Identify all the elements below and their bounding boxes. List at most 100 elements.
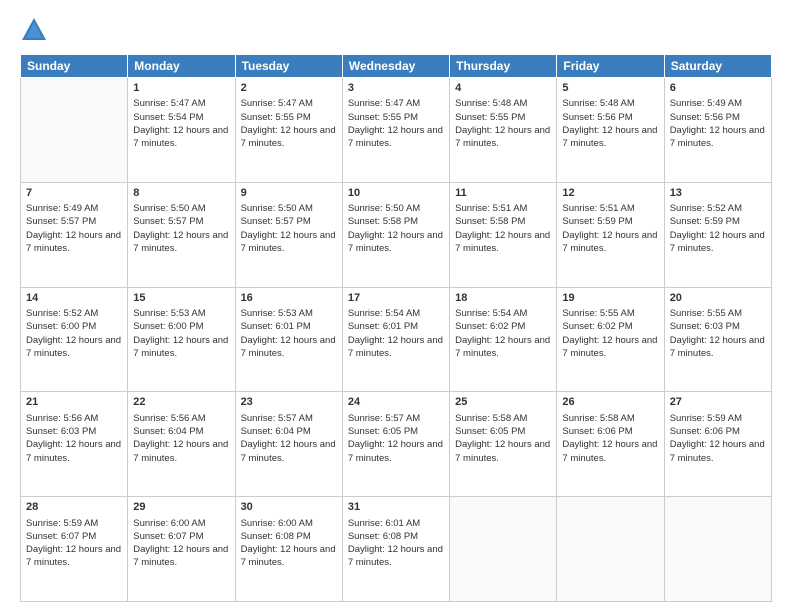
calendar-cell: 13Sunrise: 5:52 AMSunset: 5:59 PMDayligh…	[664, 182, 771, 287]
sunset: Sunset: 6:03 PM	[670, 321, 740, 332]
daylight: Daylight: 12 hours and 7 minutes.	[241, 230, 336, 254]
sunset: Sunset: 5:58 PM	[455, 216, 525, 227]
day-number: 28	[26, 500, 122, 515]
calendar-cell	[450, 497, 557, 602]
sunrise: Sunrise: 5:51 AM	[455, 203, 527, 214]
day-number: 5	[562, 81, 658, 96]
day-number: 17	[348, 291, 444, 306]
calendar-cell: 14Sunrise: 5:52 AMSunset: 6:00 PMDayligh…	[21, 287, 128, 392]
calendar-cell: 18Sunrise: 5:54 AMSunset: 6:02 PMDayligh…	[450, 287, 557, 392]
day-number: 29	[133, 500, 229, 515]
calendar-cell	[21, 78, 128, 183]
calendar-cell: 15Sunrise: 5:53 AMSunset: 6:00 PMDayligh…	[128, 287, 235, 392]
daylight: Daylight: 12 hours and 7 minutes.	[348, 125, 443, 149]
sunset: Sunset: 5:57 PM	[133, 216, 203, 227]
day-number: 25	[455, 395, 551, 410]
logo-icon	[20, 16, 48, 44]
day-number: 20	[670, 291, 766, 306]
daylight: Daylight: 12 hours and 7 minutes.	[670, 335, 765, 359]
sunrise: Sunrise: 5:50 AM	[133, 203, 205, 214]
sunset: Sunset: 6:05 PM	[348, 426, 418, 437]
sunrise: Sunrise: 5:49 AM	[670, 98, 742, 109]
sunrise: Sunrise: 5:56 AM	[133, 413, 205, 424]
day-number: 14	[26, 291, 122, 306]
daylight: Daylight: 12 hours and 7 minutes.	[455, 335, 550, 359]
calendar-cell: 27Sunrise: 5:59 AMSunset: 6:06 PMDayligh…	[664, 392, 771, 497]
sunset: Sunset: 6:07 PM	[26, 531, 96, 542]
calendar-cell: 21Sunrise: 5:56 AMSunset: 6:03 PMDayligh…	[21, 392, 128, 497]
calendar-cell: 17Sunrise: 5:54 AMSunset: 6:01 PMDayligh…	[342, 287, 449, 392]
sunrise: Sunrise: 6:01 AM	[348, 518, 420, 529]
sunset: Sunset: 5:59 PM	[670, 216, 740, 227]
day-number: 10	[348, 186, 444, 201]
day-number: 22	[133, 395, 229, 410]
daylight: Daylight: 12 hours and 7 minutes.	[562, 125, 657, 149]
sunset: Sunset: 6:01 PM	[241, 321, 311, 332]
sunrise: Sunrise: 6:00 AM	[133, 518, 205, 529]
day-number: 21	[26, 395, 122, 410]
calendar-cell: 3 Sunrise: 5:47 AM Sunset: 5:55 PM Daylight…	[342, 78, 449, 183]
sunset: Sunset: 5:55 PM	[348, 112, 418, 123]
sunset: Sunset: 5:55 PM	[455, 112, 525, 123]
calendar-cell: 22Sunrise: 5:56 AMSunset: 6:04 PMDayligh…	[128, 392, 235, 497]
calendar-cell: 4Sunrise: 5:48 AMSunset: 5:55 PMDaylight…	[450, 78, 557, 183]
calendar-cell: 19Sunrise: 5:55 AMSunset: 6:02 PMDayligh…	[557, 287, 664, 392]
sunset: Sunset: 6:02 PM	[455, 321, 525, 332]
day-number: 12	[562, 186, 658, 201]
sunrise: Sunrise: 5:50 AM	[348, 203, 420, 214]
calendar-cell: 20Sunrise: 5:55 AMSunset: 6:03 PMDayligh…	[664, 287, 771, 392]
sunrise: Sunrise: 5:47 AM	[348, 98, 420, 109]
calendar-cell: 31Sunrise: 6:01 AMSunset: 6:08 PMDayligh…	[342, 497, 449, 602]
weekday-header: Tuesday	[235, 55, 342, 78]
sunset: Sunset: 6:04 PM	[241, 426, 311, 437]
daylight: Daylight: 12 hours and 7 minutes.	[133, 125, 228, 149]
day-number: 26	[562, 395, 658, 410]
calendar-table: SundayMondayTuesdayWednesdayThursdayFrid…	[20, 54, 772, 602]
daylight: Daylight: 12 hours and 7 minutes.	[241, 544, 336, 568]
sunset: Sunset: 6:07 PM	[133, 531, 203, 542]
calendar-cell: 29Sunrise: 6:00 AMSunset: 6:07 PMDayligh…	[128, 497, 235, 602]
day-number: 6	[670, 81, 766, 96]
day-number: 1	[133, 81, 229, 96]
sunset: Sunset: 6:06 PM	[562, 426, 632, 437]
day-number: 7	[26, 186, 122, 201]
calendar-week-row: 14Sunrise: 5:52 AMSunset: 6:00 PMDayligh…	[21, 287, 772, 392]
day-number: 18	[455, 291, 551, 306]
calendar-week-row: 21Sunrise: 5:56 AMSunset: 6:03 PMDayligh…	[21, 392, 772, 497]
day-number: 23	[241, 395, 337, 410]
sunset: Sunset: 6:00 PM	[26, 321, 96, 332]
day-number: 19	[562, 291, 658, 306]
sunset: Sunset: 5:56 PM	[562, 112, 632, 123]
day-number: 2	[241, 81, 337, 96]
daylight: Daylight: 12 hours and 7 minutes.	[133, 230, 228, 254]
weekday-header: Wednesday	[342, 55, 449, 78]
sunset: Sunset: 6:04 PM	[133, 426, 203, 437]
calendar-cell: 6Sunrise: 5:49 AMSunset: 5:56 PMDaylight…	[664, 78, 771, 183]
day-number: 4	[455, 81, 551, 96]
sunset: Sunset: 5:56 PM	[670, 112, 740, 123]
calendar-cell: 28Sunrise: 5:59 AMSunset: 6:07 PMDayligh…	[21, 497, 128, 602]
day-number: 13	[670, 186, 766, 201]
logo	[20, 16, 52, 44]
daylight: Daylight: 12 hours and 7 minutes.	[26, 439, 121, 463]
weekday-header: Thursday	[450, 55, 557, 78]
day-number: 3	[348, 81, 444, 96]
daylight: Daylight: 12 hours and 7 minutes.	[348, 335, 443, 359]
sunrise: Sunrise: 5:48 AM	[562, 98, 634, 109]
calendar-cell: 2 Sunrise: 5:47 AM Sunset: 5:55 PM Daylight…	[235, 78, 342, 183]
sunset: Sunset: 5:55 PM	[241, 112, 311, 123]
sunrise: Sunrise: 5:50 AM	[241, 203, 313, 214]
calendar-cell: 16Sunrise: 5:53 AMSunset: 6:01 PMDayligh…	[235, 287, 342, 392]
sunset: Sunset: 6:08 PM	[348, 531, 418, 542]
sunset: Sunset: 5:57 PM	[241, 216, 311, 227]
sunrise: Sunrise: 5:58 AM	[562, 413, 634, 424]
calendar-cell	[557, 497, 664, 602]
sunrise: Sunrise: 5:57 AM	[241, 413, 313, 424]
day-number: 24	[348, 395, 444, 410]
weekday-header: Monday	[128, 55, 235, 78]
daylight: Daylight: 12 hours and 7 minutes.	[455, 125, 550, 149]
sunrise: Sunrise: 5:47 AM	[241, 98, 313, 109]
calendar-cell: 24Sunrise: 5:57 AMSunset: 6:05 PMDayligh…	[342, 392, 449, 497]
daylight: Daylight: 12 hours and 7 minutes.	[241, 125, 336, 149]
sunrise: Sunrise: 5:55 AM	[562, 308, 634, 319]
